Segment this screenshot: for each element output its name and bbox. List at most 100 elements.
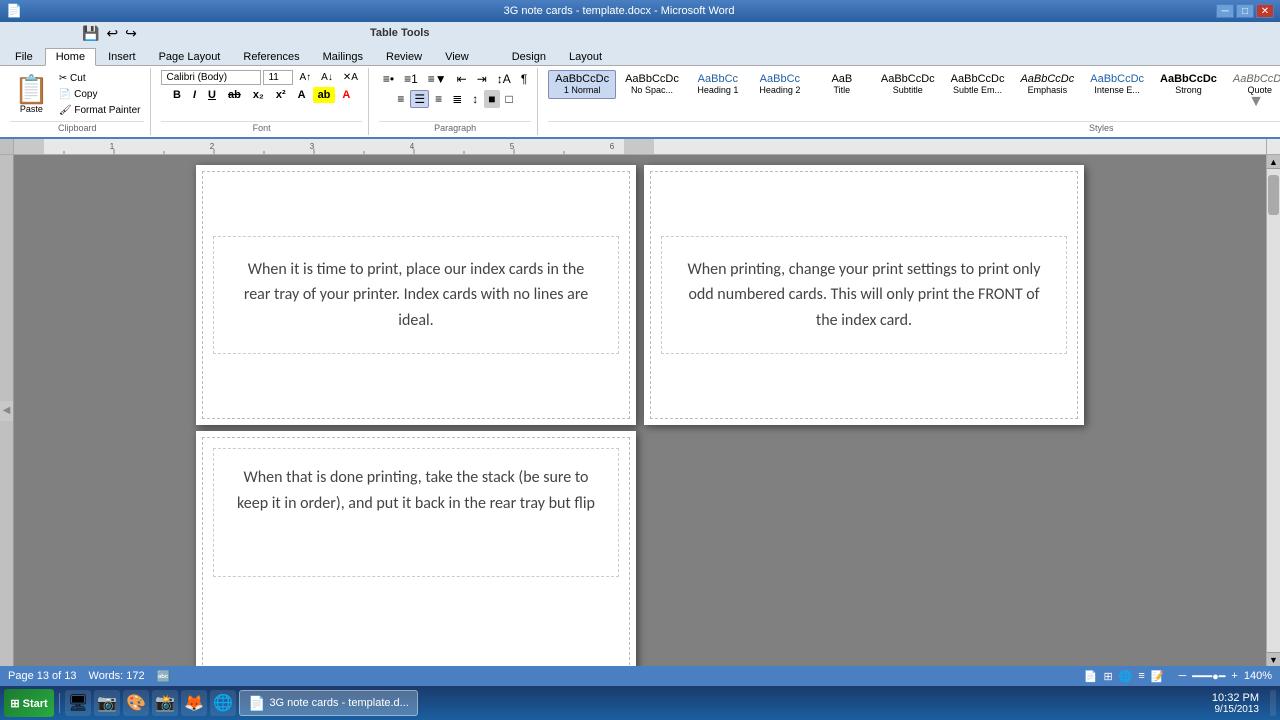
font-color-button[interactable]: A: [337, 87, 355, 103]
clipboard-label: Clipboard: [10, 121, 144, 133]
save-qat-btn[interactable]: 💾: [80, 24, 101, 43]
align-center-button[interactable]: ☰: [410, 90, 429, 108]
copy-button[interactable]: 📄 Copy: [55, 87, 145, 102]
svg-text:5: 5: [510, 142, 515, 151]
card-frame-3: When that is done printing, take the sta…: [202, 437, 630, 666]
vertical-scrollbar[interactable]: ▲ ▼: [1266, 155, 1280, 666]
sort-button[interactable]: ↕A: [493, 70, 515, 88]
view-web-btn[interactable]: 🌐: [1119, 670, 1133, 683]
taskbar-chrome-btn[interactable]: 🌐: [210, 690, 236, 716]
multilevel-button[interactable]: ≡▼: [424, 70, 451, 88]
numbering-button[interactable]: ≡1: [400, 70, 422, 88]
view-draft-btn[interactable]: 📝: [1151, 670, 1165, 683]
align-left-button[interactable]: ≡: [393, 90, 408, 108]
increase-indent-button[interactable]: ⇥: [473, 70, 491, 88]
table-tools-label: Table Tools: [360, 27, 440, 39]
font-size-input[interactable]: [263, 70, 293, 85]
borders-button[interactable]: □: [502, 90, 517, 108]
style-intense-em[interactable]: AaBbCcDcIntense E...: [1083, 70, 1151, 99]
page-2: When printing, change your print setting…: [644, 165, 1084, 425]
superscript-button[interactable]: x²: [271, 87, 291, 103]
font-name-input[interactable]: [161, 70, 261, 85]
minimize-button[interactable]: ─: [1216, 4, 1234, 18]
bold-button[interactable]: B: [168, 87, 186, 103]
tab-layout[interactable]: Layout: [558, 48, 613, 65]
font-label: Font: [161, 121, 361, 133]
underline-button[interactable]: U: [203, 87, 221, 103]
view-outline-btn[interactable]: ≡: [1138, 670, 1144, 682]
grow-font-button[interactable]: A↑: [295, 70, 315, 85]
zoom-out-btn[interactable]: ─: [1178, 670, 1186, 682]
style-emphasis[interactable]: AaBbCcDcEmphasis: [1013, 70, 1081, 99]
card-text-3: When that is done printing, take the sta…: [230, 465, 602, 516]
cut-button[interactable]: ✂ Cut: [55, 71, 145, 86]
title-bar: 📄 3G note cards - template.docx - Micros…: [0, 0, 1280, 22]
cards-row-2: When that is done printing, take the sta…: [24, 431, 1256, 666]
view-print-btn[interactable]: 📄: [1084, 670, 1098, 683]
undo-qat-btn[interactable]: ↩: [104, 24, 120, 43]
card-text-1: When it is time to print, place our inde…: [234, 257, 598, 334]
tab-home[interactable]: Home: [45, 48, 96, 66]
taskbar-photos-btn[interactable]: 📸: [152, 690, 178, 716]
tab-review[interactable]: Review: [375, 48, 433, 65]
taskbar-desktop-btn[interactable]: 🖥: [65, 690, 91, 716]
window-title: 3G note cards - template.docx - Microsof…: [22, 5, 1216, 17]
line-spacing-button[interactable]: ↕: [468, 90, 482, 108]
tab-mailings[interactable]: Mailings: [312, 48, 374, 65]
style-heading1[interactable]: AaBbCcHeading 1: [688, 70, 748, 99]
italic-button[interactable]: I: [188, 87, 201, 103]
tab-references[interactable]: References: [232, 48, 310, 65]
zoom-bar[interactable]: ━━━●━: [1192, 670, 1225, 683]
clear-format-button[interactable]: ✕A: [339, 70, 362, 85]
style-heading2[interactable]: AaBbCcHeading 2: [750, 70, 810, 99]
style-normal[interactable]: AaBbCcDc1 Normal: [548, 70, 616, 99]
scroll-thumb[interactable]: [1268, 175, 1279, 215]
subscript-button[interactable]: x₂: [248, 87, 269, 103]
justify-button[interactable]: ≣: [448, 90, 466, 108]
view-full-btn[interactable]: ⊞: [1103, 670, 1112, 683]
ribbon-expand-button[interactable]: ▼: [1248, 93, 1264, 111]
redo-qat-btn[interactable]: ↪: [123, 24, 139, 43]
svg-text:3: 3: [310, 142, 315, 151]
tab-view[interactable]: View: [434, 48, 480, 65]
decrease-indent-button[interactable]: ⇤: [453, 70, 471, 88]
main-content: ◀ When it is time to print, place our in…: [0, 155, 1280, 666]
tab-insert[interactable]: Insert: [97, 48, 147, 65]
taskbar-firefox-btn[interactable]: 🦊: [181, 690, 207, 716]
bullets-button[interactable]: ≡•: [379, 70, 398, 88]
shrink-font-button[interactable]: A↓: [317, 70, 337, 85]
style-subtitle[interactable]: AaBbCcDcSubtitle: [874, 70, 942, 99]
style-title[interactable]: AaBTitle: [812, 70, 872, 99]
ruler-svg: 1 2 3 4 5 6: [14, 139, 1266, 154]
tab-file[interactable]: File: [4, 48, 44, 65]
style-strong[interactable]: AaBbCcDcStrong: [1153, 70, 1224, 99]
show-hide-button[interactable]: ¶: [517, 70, 531, 88]
clipboard-group: 📋 Paste ✂ Cut 📄 Copy 🖌 Format Painter Cl…: [4, 68, 151, 135]
tab-page-layout[interactable]: Page Layout: [148, 48, 232, 65]
shading-button[interactable]: ■: [484, 90, 499, 108]
style-no-space[interactable]: AaBbCcDcNo Spac...: [618, 70, 686, 99]
align-right-button[interactable]: ≡: [431, 90, 446, 108]
word-icon: 📄: [248, 695, 265, 712]
zoom-in-btn[interactable]: +: [1231, 670, 1237, 682]
restore-button[interactable]: □: [1236, 4, 1254, 18]
close-button[interactable]: ✕: [1256, 4, 1274, 18]
highlight-button[interactable]: ab: [313, 87, 336, 103]
paste-button[interactable]: 📋 Paste: [10, 74, 53, 116]
page-1: When it is time to print, place our inde…: [196, 165, 636, 425]
text-effects-button[interactable]: A: [293, 87, 311, 103]
strikethrough-button[interactable]: ab: [223, 87, 246, 103]
status-bar: Page 13 of 13 Words: 172 🔤 📄 ⊞ 🌐 ≡ 📝 ─ ━…: [0, 666, 1280, 686]
taskbar-word-btn[interactable]: 📄 3G note cards - template.d...: [239, 690, 418, 716]
left-margin-bar: ◀: [0, 155, 14, 666]
style-subtle-em[interactable]: AaBbCcDcSubtle Em...: [944, 70, 1012, 99]
taskbar-lightroom-btn[interactable]: 🎨: [123, 690, 149, 716]
start-button[interactable]: ⊞ Start: [4, 689, 54, 717]
taskbar-photoshop-btn[interactable]: 📷: [94, 690, 120, 716]
show-desktop-btn[interactable]: [1270, 690, 1276, 716]
taskbar-word-label: 3G note cards - template.d...: [269, 697, 408, 709]
document-area[interactable]: When it is time to print, place our inde…: [14, 155, 1266, 666]
tab-design[interactable]: Design: [501, 48, 557, 65]
format-painter-button[interactable]: 🖌 Format Painter: [55, 103, 145, 118]
styles-label: Styles: [548, 121, 1280, 133]
